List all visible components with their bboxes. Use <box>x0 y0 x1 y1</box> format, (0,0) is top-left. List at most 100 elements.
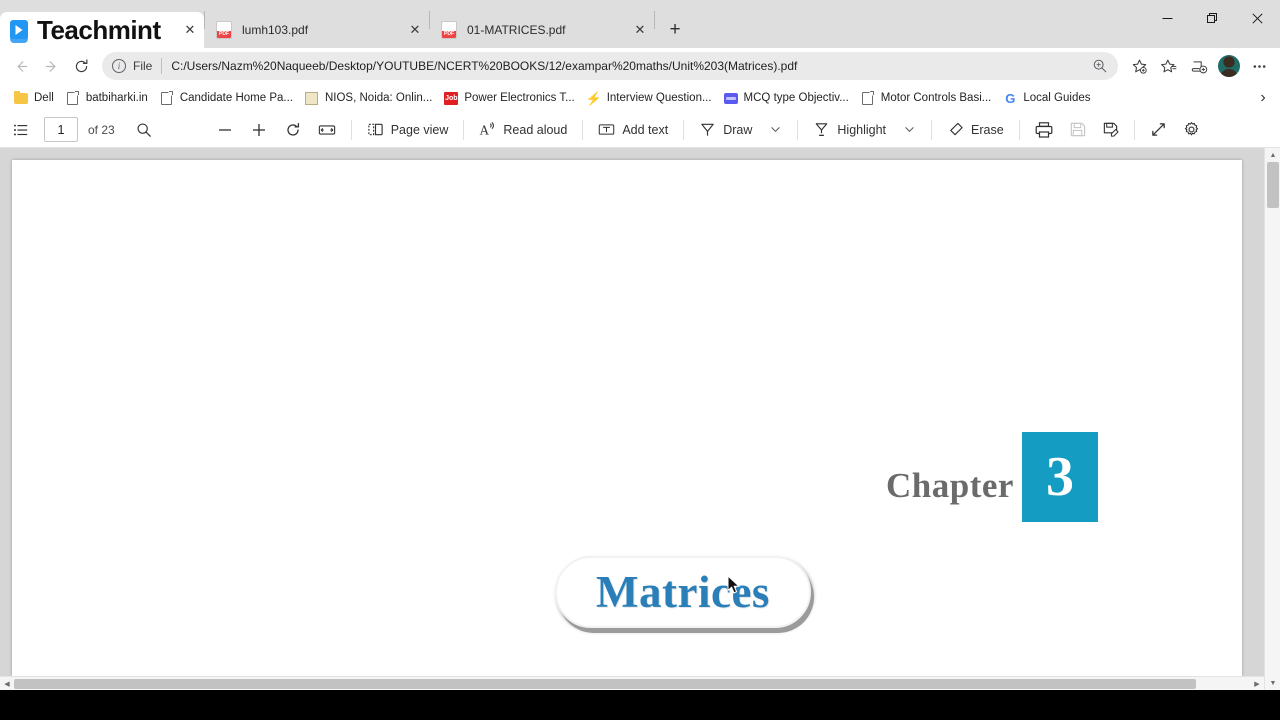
new-tab-button[interactable]: + <box>660 15 690 45</box>
zoom-out-button[interactable] <box>209 116 241 144</box>
address-bar[interactable]: i File C:/Users/Nazm%20Naqueeb/Desktop/Y… <box>102 52 1118 80</box>
search-button[interactable] <box>129 116 159 144</box>
address-input[interactable]: C:/Users/Nazm%20Naqueeb/Desktop/YOUTUBE/… <box>171 59 1086 73</box>
bookmark-local-guides[interactable]: G Local Guides <box>997 87 1096 109</box>
table-of-contents-button[interactable] <box>6 116 36 144</box>
tab-strip: Teachmint ✕ PDF lumh103.pdf ✕ PDF 01-MAT… <box>0 0 1280 48</box>
tab-01-matrices[interactable]: PDF 01-MATRICES.pdf ✕ <box>430 12 654 48</box>
bookmark-nios-noida[interactable]: NIOS, Noida: Onlin... <box>299 87 438 109</box>
settings-and-more-icon[interactable] <box>1244 51 1274 81</box>
pdf-file-icon: PDF <box>215 21 233 39</box>
tab-close-button[interactable]: ✕ <box>630 20 650 40</box>
page-icon <box>160 91 174 105</box>
collections-icon[interactable] <box>1184 51 1214 81</box>
scroll-down-arrow-icon[interactable]: ▼ <box>1265 676 1280 690</box>
erase-label: Erase <box>971 122 1004 137</box>
pdf-page: Chapter 3 Matrices <box>12 160 1242 676</box>
vertical-scrollbar[interactable]: ▲ ▼ <box>1264 148 1280 690</box>
tab-title: Teachmint <box>37 14 161 45</box>
site-info-icon[interactable]: i <box>112 59 126 73</box>
address-divider <box>161 58 163 74</box>
chapter-number-box: 3 <box>1021 432 1098 522</box>
bookmark-interview-questions[interactable]: ⚡ Interview Question... <box>581 87 718 109</box>
draw-button[interactable]: Draw <box>692 116 759 144</box>
bookmark-label: batbiharki.in <box>85 92 148 104</box>
zoom-in-button[interactable] <box>243 116 275 144</box>
window-controls <box>1145 0 1280 36</box>
favorites-icon[interactable] <box>1154 51 1184 81</box>
vertical-scrollbar-thumb[interactable] <box>1267 162 1279 208</box>
print-button[interactable] <box>1028 116 1060 144</box>
rotate-button[interactable] <box>277 116 309 144</box>
mcq-icon <box>723 91 738 105</box>
nios-icon <box>305 91 319 105</box>
tab-close-button[interactable]: ✕ <box>405 20 425 40</box>
save-as-button[interactable] <box>1095 116 1126 144</box>
draw-label: Draw <box>723 122 753 137</box>
url-scheme-label: File <box>133 59 153 73</box>
page-number-input[interactable]: 1 <box>44 117 78 142</box>
back-button[interactable] <box>6 51 36 81</box>
page-icon <box>861 91 875 105</box>
tab-lumh103[interactable]: PDF lumh103.pdf ✕ <box>205 12 429 48</box>
folder-icon <box>14 90 28 105</box>
minimize-button[interactable] <box>1145 0 1190 36</box>
bookmarks-bar: Dell batbiharki.in Candidate Home Pa... … <box>0 84 1280 112</box>
bookmark-batbiharki[interactable]: batbiharki.in <box>60 87 154 109</box>
pdf-toolbar: 1 of 23 Page view A Read aloud Add text … <box>0 112 1280 148</box>
svg-text:A: A <box>480 123 490 138</box>
add-text-button[interactable]: Add text <box>591 116 675 144</box>
draw-options-chevron-down-icon[interactable] <box>761 116 789 144</box>
pdf-viewer[interactable]: Chapter 3 Matrices ▲ ▼ ◀ ▶ <box>0 148 1280 690</box>
navigation-bar: i File C:/Users/Nazm%20Naqueeb/Desktop/Y… <box>0 48 1280 84</box>
bookmark-candidate-home[interactable]: Candidate Home Pa... <box>154 87 299 109</box>
fit-to-width-button[interactable] <box>311 116 343 144</box>
profile-avatar[interactable] <box>1214 51 1244 81</box>
scroll-left-arrow-icon[interactable]: ◀ <box>0 677 14 690</box>
pdf-file-icon: PDF <box>440 21 458 39</box>
page-icon <box>66 91 80 105</box>
zoom-in-page-icon[interactable] <box>1092 58 1108 74</box>
tab-title: 01-MATRICES.pdf <box>467 23 566 37</box>
bookmark-label: Local Guides <box>1023 92 1091 104</box>
add-favorite-icon[interactable] <box>1124 51 1154 81</box>
fullscreen-button[interactable] <box>1143 116 1174 144</box>
bookmark-label: Power Electronics T... <box>464 92 575 104</box>
bookmark-label: Interview Question... <box>606 92 712 104</box>
reload-button[interactable] <box>66 51 96 81</box>
horizontal-scrollbar[interactable]: ◀ ▶ <box>0 676 1264 690</box>
forward-button[interactable] <box>36 51 66 81</box>
job-icon: Job <box>444 91 459 105</box>
read-aloud-label: Read aloud <box>503 122 568 137</box>
bookmark-dell[interactable]: Dell <box>8 87 60 109</box>
close-window-button[interactable] <box>1235 0 1280 36</box>
document-title-label: Matrices <box>596 567 770 617</box>
scroll-up-arrow-icon[interactable]: ▲ <box>1265 148 1280 162</box>
save-button <box>1062 116 1093 144</box>
chapter-word-label: Chapter <box>886 466 1014 505</box>
bookmark-mcq-type-objective[interactable]: MCQ type Objectiv... <box>718 87 855 109</box>
maximize-restore-button[interactable] <box>1190 0 1235 36</box>
horizontal-scrollbar-thumb[interactable] <box>14 679 1196 689</box>
scroll-right-arrow-icon[interactable]: ▶ <box>1250 677 1264 690</box>
bookmark-label: Motor Controls Basi... <box>880 92 992 104</box>
bookmark-power-electronics[interactable]: Job Power Electronics T... <box>438 87 580 109</box>
page-total-label: of 23 <box>88 122 115 137</box>
chapter-heading: Chapter 3 <box>886 432 1098 522</box>
read-aloud-button[interactable]: A Read aloud <box>472 116 574 144</box>
tab-teachmint[interactable]: Teachmint ✕ <box>0 12 204 48</box>
teachmint-logo-icon <box>10 19 28 43</box>
bookmark-motor-controls[interactable]: Motor Controls Basi... <box>855 87 998 109</box>
erase-button[interactable]: Erase <box>940 116 1011 144</box>
bolt-icon: ⚡ <box>585 90 602 106</box>
highlight-options-chevron-down-icon[interactable] <box>895 116 923 144</box>
tab-close-button[interactable]: ✕ <box>180 20 200 40</box>
highlight-button[interactable]: Highlight <box>806 116 893 144</box>
bookmarks-overflow-chevron-right-icon[interactable]: › <box>1252 87 1274 109</box>
bookmark-label: Dell <box>34 92 54 104</box>
settings-gear-icon[interactable] <box>1176 116 1207 144</box>
browser-window: Teachmint ✕ PDF lumh103.pdf ✕ PDF 01-MAT… <box>0 0 1280 690</box>
page-view-button[interactable]: Page view <box>360 116 456 144</box>
add-text-label: Add text <box>622 122 669 137</box>
bookmark-label: Candidate Home Pa... <box>179 92 293 104</box>
